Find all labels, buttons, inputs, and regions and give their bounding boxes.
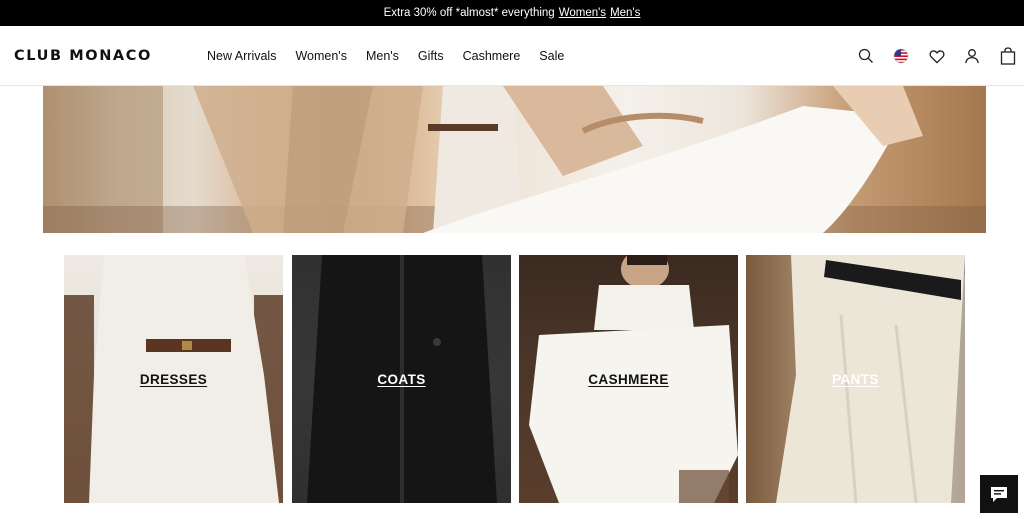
category-tile-cashmere[interactable]: CASHMERE — [519, 255, 738, 503]
promo-bar: Extra 30% off *almost* everything Women'… — [0, 0, 1024, 26]
promo-link-womens[interactable]: Women's — [559, 7, 606, 19]
nav-mens[interactable]: Men's — [366, 49, 399, 63]
category-label-cashmere[interactable]: CASHMERE — [588, 372, 668, 387]
category-label-dresses[interactable]: DRESSES — [140, 372, 207, 387]
heart-icon[interactable] — [927, 46, 947, 66]
nav-cashmere[interactable]: Cashmere — [463, 49, 521, 63]
site-header: CLUB MONACO New Arrivals Women's Men's G… — [0, 26, 1024, 86]
nav-gifts[interactable]: Gifts — [418, 49, 444, 63]
category-tile-pants[interactable]: PANTS — [746, 255, 965, 503]
account-icon[interactable] — [962, 46, 982, 66]
nav-sale[interactable]: Sale — [539, 49, 564, 63]
nav-new-arrivals[interactable]: New Arrivals — [207, 49, 276, 63]
us-flag-icon[interactable] — [891, 46, 911, 66]
main-nav: New Arrivals Women's Men's Gifts Cashmer… — [207, 49, 583, 63]
promo-text: Extra 30% off *almost* everything — [383, 7, 555, 19]
nav-womens[interactable]: Women's — [295, 49, 346, 63]
category-tile-dresses[interactable]: DRESSES — [64, 255, 283, 503]
search-icon[interactable] — [856, 46, 876, 66]
promo-link-mens[interactable]: Men's — [610, 7, 640, 19]
logo[interactable]: CLUB MONACO — [14, 48, 152, 64]
category-tile-coats[interactable]: COATS — [292, 255, 511, 503]
chat-button[interactable] — [980, 475, 1018, 513]
hero-image[interactable] — [43, 86, 986, 233]
bag-icon[interactable] — [998, 46, 1018, 66]
chat-icon — [991, 486, 1007, 502]
category-label-coats[interactable]: COATS — [377, 372, 425, 387]
category-label-pants[interactable]: PANTS — [832, 372, 879, 387]
